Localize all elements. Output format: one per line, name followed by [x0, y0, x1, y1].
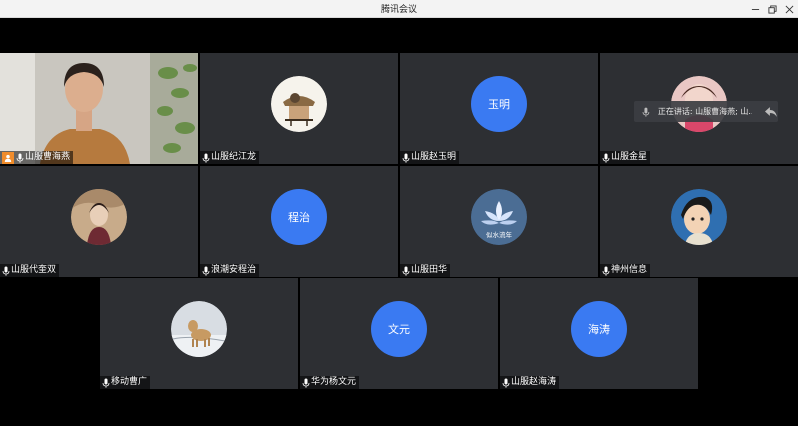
participant-nameplate: 山服纪江龙: [200, 151, 260, 164]
participant-tile[interactable]: 移动曹广: [100, 278, 298, 389]
participant-name: 山服田华: [411, 265, 448, 275]
participant-name: 山服曹海燕: [25, 152, 71, 162]
avatar: 似水流年: [471, 188, 527, 245]
avatar: [271, 75, 327, 132]
close-icon: [785, 5, 793, 13]
close-button[interactable]: [778, 0, 798, 18]
participant-tile[interactable]: 神州信息: [600, 166, 798, 277]
active-speaker-toast[interactable]: 正在讲话: 山服曹海燕; 山...: [634, 101, 778, 122]
user-icon: [4, 154, 12, 162]
microphone-icon: [2, 266, 10, 276]
participant-name: 山服金星: [611, 152, 648, 162]
participant-tile[interactable]: 山服曹海燕: [0, 53, 198, 164]
minimize-icon: [751, 8, 759, 10]
participant-name: 山服纪江龙: [211, 152, 257, 162]
collapse-arrow-icon[interactable]: [764, 106, 778, 118]
participant-nameplate: 山服代奎双: [0, 264, 60, 277]
participant-name: 山服代奎双: [11, 265, 57, 275]
microphone-icon: [302, 378, 310, 388]
participant-tile[interactable]: 程治 浪潮安程治: [200, 166, 398, 277]
title-bar: 腾讯会议: [0, 0, 798, 18]
avatar-initials: 海涛: [571, 300, 627, 357]
participant-tile[interactable]: 玉明 山服赵玉明: [400, 53, 598, 164]
host-badge: [2, 151, 14, 164]
cartoon-avatar-icon: [671, 188, 727, 245]
participant-tile[interactable]: 山服代奎双: [0, 166, 198, 277]
participant-nameplate: 山服赵海涛: [500, 376, 560, 389]
microphone-icon: [202, 153, 210, 163]
microphone-icon: [202, 266, 210, 276]
microphone-icon: [16, 153, 24, 163]
participant-tile[interactable]: 文元 华为杨文元: [300, 278, 498, 389]
camera-video: [0, 53, 198, 164]
microphone-icon: [602, 153, 610, 163]
participant-nameplate: 移动曹广: [100, 376, 151, 389]
participant-name: 山服赵海涛: [511, 377, 557, 387]
participant-nameplate: 山服田华: [400, 264, 451, 277]
participant-tile[interactable]: 海涛 山服赵海涛: [500, 278, 698, 389]
avatar: [671, 188, 727, 245]
microphone-icon: [402, 266, 410, 276]
participant-tile[interactable]: 山服纪江龙: [200, 53, 398, 164]
participant-nameplate: 神州信息: [600, 264, 651, 277]
restore-icon: [767, 4, 777, 14]
avatar-initials: 玉明: [471, 75, 527, 132]
participant-tile[interactable]: 似水流年 山服田华: [400, 166, 598, 277]
participant-name: 山服赵玉明: [411, 152, 457, 162]
avatar-photo-icon: [271, 75, 327, 132]
avatar-initials: 文元: [371, 300, 427, 357]
active-speaker-text: 正在讲话: 山服曹海燕; 山...: [657, 107, 753, 116]
microphone-icon: [102, 378, 110, 388]
participant-name: 神州信息: [611, 265, 648, 275]
microphone-icon: [642, 107, 650, 117]
avatar-caption: 似水流年: [486, 230, 512, 239]
dog-avatar-icon: [171, 300, 227, 357]
video-grid: 山服曹海燕 山服纪江龙 玉明 山服赵玉明 山服金星 山服代奎双 程治 浪潮安程治…: [0, 18, 798, 426]
avatar: [71, 188, 127, 245]
window-title: 腾讯会议: [380, 5, 417, 15]
participant-nameplate: 山服曹海燕: [0, 151, 74, 164]
participant-nameplate: 山服金星: [600, 151, 651, 164]
participant-nameplate: 山服赵玉明: [400, 151, 460, 164]
microphone-icon: [602, 266, 610, 276]
avatar-initials: 程治: [271, 188, 327, 245]
avatar: [171, 300, 227, 357]
participant-nameplate: 浪潮安程治: [200, 264, 260, 277]
participant-name: 移动曹广: [111, 377, 148, 387]
participant-name: 浪潮安程治: [211, 265, 257, 275]
participant-nameplate: 华为杨文元: [300, 376, 360, 389]
avatar-photo-icon: [71, 188, 127, 245]
participant-name: 华为杨文元: [311, 377, 357, 387]
microphone-icon: [402, 153, 410, 163]
microphone-icon: [502, 378, 510, 388]
